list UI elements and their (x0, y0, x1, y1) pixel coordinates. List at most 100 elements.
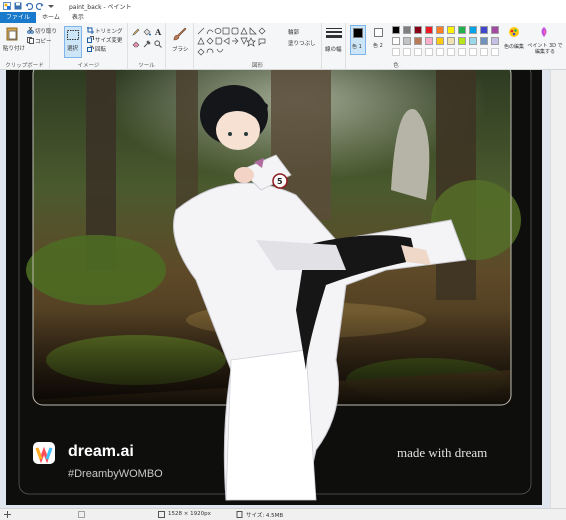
resize-icon[interactable] (87, 36, 94, 43)
palette-swatch[interactable] (392, 37, 400, 45)
palette-swatch[interactable] (447, 37, 455, 45)
color1-swatch (353, 28, 363, 38)
customize-toolbar-icon[interactable] (47, 2, 55, 10)
tools-group-label: ツール (138, 63, 155, 69)
svg-text:5: 5 (277, 177, 283, 186)
resize-button[interactable]: サイズ変更 (95, 36, 122, 44)
shapes-group: 輪郭 塗りつぶし 図形 (194, 23, 322, 70)
crop-icon[interactable] (87, 27, 94, 34)
paste-icon[interactable] (6, 26, 18, 41)
palette-swatch[interactable] (458, 26, 466, 34)
custom-color-slot[interactable] (414, 48, 422, 56)
brush-label[interactable]: ブラシ (172, 45, 188, 53)
palette-swatch[interactable] (469, 37, 477, 45)
watermark-brand: dream.ai (68, 443, 134, 460)
palette-swatch[interactable] (480, 26, 488, 34)
select-label: 選択 (67, 46, 79, 52)
undo-icon[interactable] (25, 2, 33, 10)
palette-swatch[interactable] (403, 26, 411, 34)
custom-color-slot[interactable] (403, 48, 411, 56)
color1-button[interactable]: 色 1 (350, 25, 366, 55)
image-dimensions: 1528 × 1920px (168, 511, 211, 517)
vertical-scrollbar[interactable] (550, 70, 566, 508)
color-picker-icon[interactable] (143, 40, 151, 48)
palette-swatch[interactable] (458, 37, 466, 45)
crop-button[interactable]: トリミング (95, 27, 123, 35)
custom-color-slot[interactable] (458, 48, 466, 56)
file-size-icon (236, 511, 243, 518)
palette-swatch[interactable] (392, 26, 400, 34)
image-group: 選択 トリミング サイズ変更 回転 イメージ (50, 23, 128, 70)
shape-fill-button[interactable]: 塗りつぶし (288, 39, 316, 47)
size-group: 線の幅 (322, 23, 346, 70)
edit-colors-button[interactable]: 色の編集 (504, 43, 524, 50)
pencil-icon[interactable] (132, 28, 140, 36)
cut-icon[interactable] (27, 27, 34, 34)
palette-swatch[interactable] (480, 37, 488, 45)
brush-icon[interactable] (172, 26, 188, 42)
shapes-group-label: 図形 (251, 63, 263, 69)
edit-colors-icon[interactable] (508, 26, 520, 38)
palette-swatch[interactable] (447, 26, 455, 34)
image-canvas[interactable]: 5 dream.ai #DreambyWOMBO made with dream (6, 70, 542, 505)
text-icon[interactable]: A (154, 28, 162, 36)
fill-icon[interactable] (143, 28, 151, 36)
copy-icon[interactable] (27, 37, 34, 44)
clipboard-group-label: クリップボード (5, 63, 44, 69)
palette-swatch[interactable] (414, 26, 422, 34)
select-rectangle-icon (67, 30, 79, 40)
palette-swatch[interactable] (491, 37, 499, 45)
tab-home[interactable]: ホーム (36, 12, 66, 23)
save-icon[interactable] (14, 2, 22, 10)
title-bar: paint_back - ペイント (0, 0, 566, 12)
palette-swatch[interactable] (436, 37, 444, 45)
custom-color-slot[interactable] (436, 48, 444, 56)
status-bar: 1528 × 1920px サイズ: 4.5MB (0, 508, 566, 520)
dream-logo (33, 442, 55, 464)
paint3d-icon[interactable] (538, 26, 550, 38)
ribbon-tabs: ファイル ホーム 表示 (0, 12, 566, 23)
palette-swatch[interactable] (425, 37, 433, 45)
custom-color-slot[interactable] (480, 48, 488, 56)
color1-label: 色 1 (352, 44, 362, 50)
line-width-label[interactable]: 線の幅 (325, 45, 342, 53)
tab-view[interactable]: 表示 (66, 12, 90, 23)
shape-outline-button[interactable]: 輪郭 (288, 28, 299, 36)
color-palette (392, 26, 504, 58)
forest-artwork: 5 (6, 70, 542, 505)
custom-color-slot[interactable] (392, 48, 400, 56)
palette-swatch[interactable] (436, 26, 444, 34)
eraser-icon[interactable] (132, 40, 140, 48)
file-size: サイズ: 4.5MB (246, 513, 284, 519)
palette-swatch[interactable] (425, 26, 433, 34)
colors-group-label: 色 (393, 63, 399, 69)
palette-swatch[interactable] (403, 37, 411, 45)
palette-swatch[interactable] (491, 26, 499, 34)
tools-group: A ツール (128, 23, 166, 70)
rotate-icon[interactable] (87, 45, 94, 52)
custom-color-slot[interactable] (447, 48, 455, 56)
paint3d-button[interactable]: ペイント 3D で編集する (526, 43, 564, 55)
colors-group: 色 1 色 2 色の編集 ペイント 3D で編集する 色 (346, 23, 566, 70)
clipboard-group: 貼り付け 切り取り コピー クリップボード (0, 23, 57, 70)
watermark-tag: #DreambyWOMBO (68, 468, 163, 480)
svg-text:A: A (154, 28, 162, 36)
palette-swatch[interactable] (414, 37, 422, 45)
selection-size-icon (78, 511, 85, 518)
tab-file[interactable]: ファイル (0, 12, 37, 23)
palette-swatch[interactable] (469, 26, 477, 34)
quick-access-toolbar (0, 2, 55, 10)
custom-color-slot[interactable] (491, 48, 499, 56)
custom-color-slot[interactable] (425, 48, 433, 56)
magnifier-icon[interactable] (154, 40, 162, 48)
custom-color-slot[interactable] (469, 48, 477, 56)
paste-button[interactable]: 貼り付け (3, 44, 25, 52)
rotate-button[interactable]: 回転 (95, 45, 106, 53)
color2-button[interactable]: 色 2 (372, 25, 386, 55)
shapes-gallery[interactable] (197, 26, 269, 56)
line-width-icon[interactable] (326, 27, 342, 41)
watermark-made: made with dream (397, 445, 488, 460)
color2-swatch (374, 28, 383, 37)
select-button[interactable]: 選択 (64, 26, 82, 58)
redo-icon[interactable] (36, 2, 44, 10)
